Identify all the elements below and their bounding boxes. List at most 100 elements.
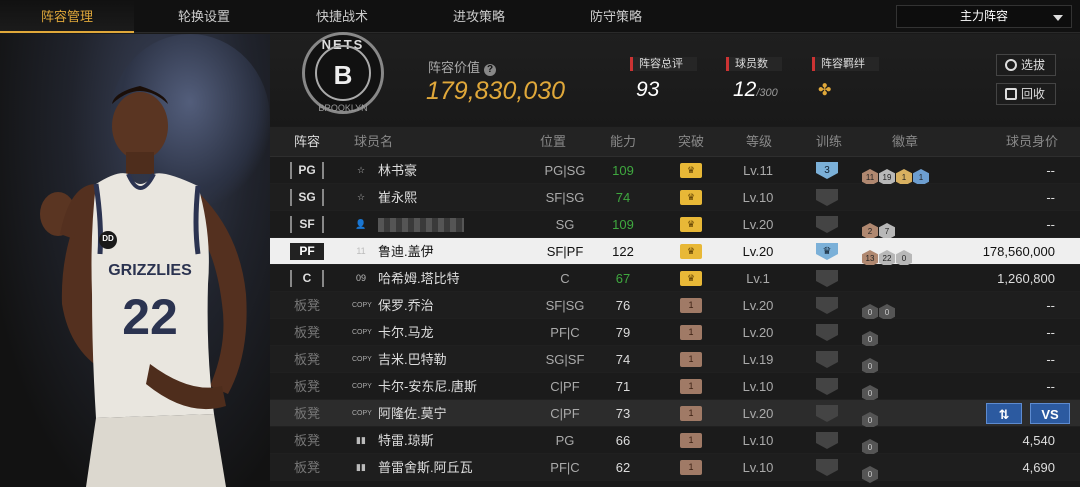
player-count: 12 [733, 78, 757, 101]
breakthrough-icon[interactable]: 1 [680, 406, 702, 421]
col-level[interactable]: 等级 [746, 127, 772, 157]
medal-list[interactable]: 27 [862, 216, 896, 240]
player-name[interactable]: 卡尔-安东尼.唐斯 [378, 373, 477, 400]
lineup-slot[interactable]: 板凳 [290, 319, 324, 346]
player-name[interactable]: 吉米.巴特勒 [378, 346, 447, 373]
lineup-slot[interactable]: 板凳 [290, 454, 324, 481]
breakthrough-icon[interactable]: 1 [680, 379, 702, 394]
lineup-slot[interactable]: C [290, 270, 324, 287]
lineup-slot[interactable]: PG [290, 162, 324, 179]
col-player-name[interactable]: 球员名 [354, 127, 393, 157]
recycle-button[interactable]: 回收 [996, 83, 1056, 105]
col-ability[interactable]: 能力 [610, 127, 636, 157]
col-position[interactable]: 位置 [540, 127, 566, 157]
table-row[interactable]: PF 11 鲁迪.盖伊 SF|PF 122 ♛ Lv.20 ♛ 13 22 0 178,560,000 [270, 238, 1080, 267]
vs-compare-button[interactable]: VS [1030, 403, 1070, 424]
tab-lineup-management[interactable]: 阵容管理 [0, 0, 134, 33]
table-row[interactable]: C 09 哈希姆.塔比特 C 67 ♛ Lv.1 1,260,800 [270, 265, 1080, 292]
medal-list[interactable]: 0 [862, 378, 879, 402]
col-lineup[interactable]: 阵容 [294, 127, 320, 157]
medal-list[interactable]: 00 [862, 297, 896, 321]
player-ability: 74 [615, 352, 631, 367]
player-name[interactable]: 特雷.琼斯 [378, 427, 434, 454]
tab-offense-strategy[interactable]: 进攻策略 [411, 0, 547, 33]
table-row[interactable]: 板凳 COPY 阿隆佐.莫宁 C|PF 73 1 Lv.20 0 ⇅ VS [270, 400, 1080, 429]
medal-list[interactable]: 13 22 0 [862, 243, 913, 267]
table-row[interactable]: SF 👤 SG 109 ♛ Lv.20 2 7 -- [270, 211, 1080, 240]
training-icon[interactable] [816, 432, 838, 449]
player-name[interactable]: 卡尔.马龙 [378, 319, 434, 346]
player-name[interactable]: 阿隆佐.莫宁 [378, 400, 447, 427]
player-level: Lv.20 [742, 406, 774, 421]
table-row[interactable]: 板凳 COPY 保罗.乔治 SF|SG 76 1 Lv.20 0 0 -- [270, 292, 1080, 321]
breakthrough-icon[interactable]: 1 [680, 298, 702, 313]
breakthrough-icon[interactable]: 1 [680, 352, 702, 367]
lineup-slot[interactable]: SG [290, 189, 324, 206]
player-count-label: 球员数 [726, 57, 782, 71]
training-icon[interactable] [816, 297, 838, 314]
table-row[interactable]: 板凳 ▮▮ 普雷舍斯.阿丘瓦 PF|C 62 1 Lv.10 0 4,690 [270, 454, 1080, 483]
select-button[interactable]: 选拔 [996, 54, 1056, 76]
lineup-slot[interactable]: 板凳 [290, 400, 324, 427]
lineup-slot[interactable]: 板凳 [290, 346, 324, 373]
player-worth: 4,690 [1022, 460, 1055, 475]
breakthrough-icon[interactable]: ♛ [680, 271, 702, 286]
player-name[interactable]: 哈希姆.塔比特 [378, 265, 460, 292]
player-count-max: /300 [756, 87, 778, 99]
table-row[interactable]: PG ☆ 林书豪 PG|SG 109 ♛ Lv.11 3 11 19 1 1 -- [270, 157, 1080, 186]
training-icon[interactable] [816, 270, 838, 287]
player-name-blurred[interactable] [378, 211, 464, 238]
table-row[interactable]: 板凳 ▮▮ 特雷.琼斯 PG 66 1 Lv.10 0 4,540 [270, 427, 1080, 456]
player-level: Lv.10 [742, 433, 774, 448]
breakthrough-icon[interactable]: ♛ [680, 163, 702, 178]
medal-list[interactable]: 11 19 1 1 [862, 162, 930, 186]
training-icon[interactable]: 3 [816, 162, 838, 179]
bond-icon[interactable]: ✤ [818, 80, 838, 99]
col-player-worth[interactable]: 球员身价 [1006, 127, 1058, 157]
player-name[interactable]: 崔永熙 [378, 184, 417, 211]
medal-list[interactable]: 0 [862, 459, 879, 483]
breakthrough-icon[interactable]: 1 [680, 325, 702, 340]
col-training[interactable]: 训练 [816, 127, 842, 157]
breakthrough-icon[interactable]: ♛ [680, 190, 702, 205]
training-icon[interactable] [816, 216, 838, 233]
player-name[interactable]: 保罗.乔治 [378, 292, 434, 319]
player-worth: 1,260,800 [997, 271, 1055, 286]
training-icon[interactable] [816, 324, 838, 341]
lineup-slot[interactable]: 板凳 [290, 373, 324, 400]
training-icon[interactable]: ♛ [816, 243, 838, 260]
table-row[interactable]: SG ☆ 崔永熙 SF|SG 74 ♛ Lv.10 -- [270, 184, 1080, 211]
training-icon[interactable] [816, 459, 838, 476]
table-row[interactable]: 板凳 COPY 吉米.巴特勒 SG|SF 74 1 Lv.19 0 -- [270, 346, 1080, 375]
breakthrough-icon[interactable]: 1 [680, 433, 702, 448]
tab-quick-tactics[interactable]: 快捷战术 [274, 0, 410, 33]
medal-list[interactable]: 0 [862, 405, 879, 429]
player-name[interactable]: 普雷舍斯.阿丘瓦 [378, 454, 473, 481]
training-icon[interactable] [816, 189, 838, 206]
medal-list[interactable]: 0 [862, 351, 879, 375]
medal-list[interactable]: 0 [862, 324, 879, 348]
col-breakthrough[interactable]: 突破 [678, 127, 704, 157]
breakthrough-icon[interactable]: 1 [680, 460, 702, 475]
tab-rotation-settings[interactable]: 轮换设置 [136, 0, 272, 33]
lineup-dropdown[interactable]: 主力阵容 [896, 5, 1072, 28]
col-medals[interactable]: 徽章 [892, 127, 918, 157]
breakthrough-icon[interactable]: ♛ [680, 244, 702, 259]
help-icon[interactable]: ? [484, 64, 497, 76]
roster-table-header: 阵容 球员名 位置 能力 突破 等级 训练 徽章 球员身价 [270, 127, 1080, 157]
breakthrough-icon[interactable]: ♛ [680, 217, 702, 232]
training-icon[interactable] [816, 351, 838, 368]
tab-defense-strategy[interactable]: 防守策略 [548, 0, 684, 33]
swap-button[interactable]: ⇅ [986, 403, 1022, 424]
lineup-slot[interactable]: 板凳 [290, 292, 324, 319]
lineup-slot[interactable]: 板凳 [290, 427, 324, 454]
lineup-slot[interactable]: SF [290, 216, 324, 233]
lineup-slot[interactable]: PF [290, 243, 324, 260]
medal-list[interactable]: 0 [862, 432, 879, 456]
training-icon[interactable] [816, 405, 838, 422]
table-row[interactable]: 板凳 COPY 卡尔-安东尼.唐斯 C|PF 71 1 Lv.10 0 -- [270, 373, 1080, 402]
player-name[interactable]: 林书豪 [378, 157, 417, 184]
player-name[interactable]: 鲁迪.盖伊 [378, 238, 434, 265]
training-icon[interactable] [816, 378, 838, 395]
table-row[interactable]: 板凳 COPY 卡尔.马龙 PF|C 79 1 Lv.20 0 -- [270, 319, 1080, 348]
